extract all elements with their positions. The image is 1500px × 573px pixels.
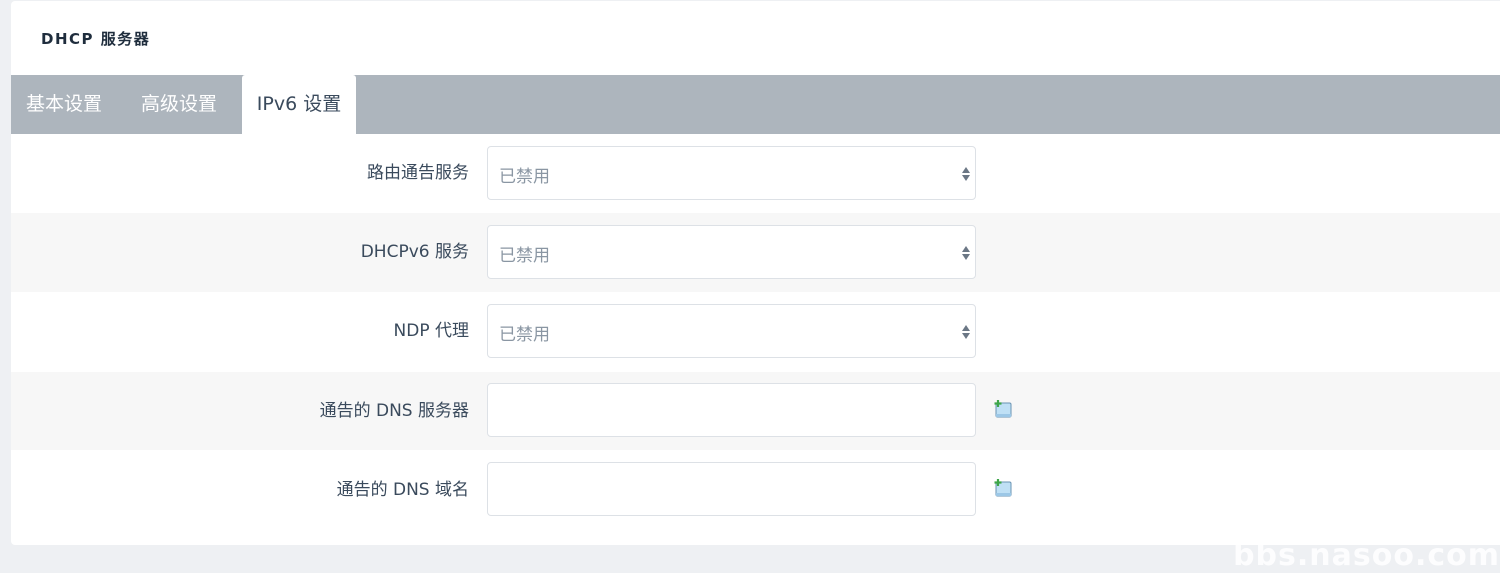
add-list-icon[interactable] [993,478,1013,498]
tab-advanced-settings[interactable]: 高级设置 [141,75,217,134]
watermark: bbs.nasoo.com [1233,538,1500,573]
field-row-dns-server: 通告的 DNS 服务器 [11,372,1500,450]
dns-domain-input[interactable] [487,462,976,516]
field-row-dns-domain: 通告的 DNS 域名 [11,450,1500,545]
add-list-icon[interactable] [993,399,1013,419]
field-row-ra: 路由通告服务 已禁用 [11,134,1500,213]
dhcpv6-service-label: DHCPv6 服务 [360,242,469,262]
ra-service-value: 已禁用 [499,167,550,187]
ndp-proxy-select[interactable]: 已禁用 [487,304,976,358]
tab-ipv6-settings[interactable]: IPv6 设置 [242,75,356,134]
field-row-ndp: NDP 代理 已禁用 [11,292,1500,372]
dhcpv6-service-value: 已禁用 [499,246,550,266]
ra-service-select[interactable]: 已禁用 [487,146,976,200]
ra-service-label: 路由通告服务 [367,163,469,183]
ndp-proxy-value: 已禁用 [499,325,550,345]
dns-domain-label: 通告的 DNS 域名 [336,480,469,500]
select-arrows-icon [961,323,971,341]
dns-server-label: 通告的 DNS 服务器 [319,401,469,421]
ndp-proxy-label: NDP 代理 [393,321,469,341]
dhcpv6-service-select[interactable]: 已禁用 [487,225,976,279]
tab-basic-settings[interactable]: 基本设置 [26,75,102,134]
dns-server-input[interactable] [487,383,976,437]
field-row-dhcpv6: DHCPv6 服务 已禁用 [11,213,1500,292]
select-arrows-icon [961,244,971,262]
panel-title: DHCP 服务器 [41,30,151,48]
select-arrows-icon [961,165,971,183]
dhcp-server-panel: DHCP 服务器 基本设置 高级设置 IPv6 设置 路由通告服务 已禁用 DH… [11,1,1500,545]
tab-bar: 基本设置 高级设置 IPv6 设置 [11,75,1500,134]
